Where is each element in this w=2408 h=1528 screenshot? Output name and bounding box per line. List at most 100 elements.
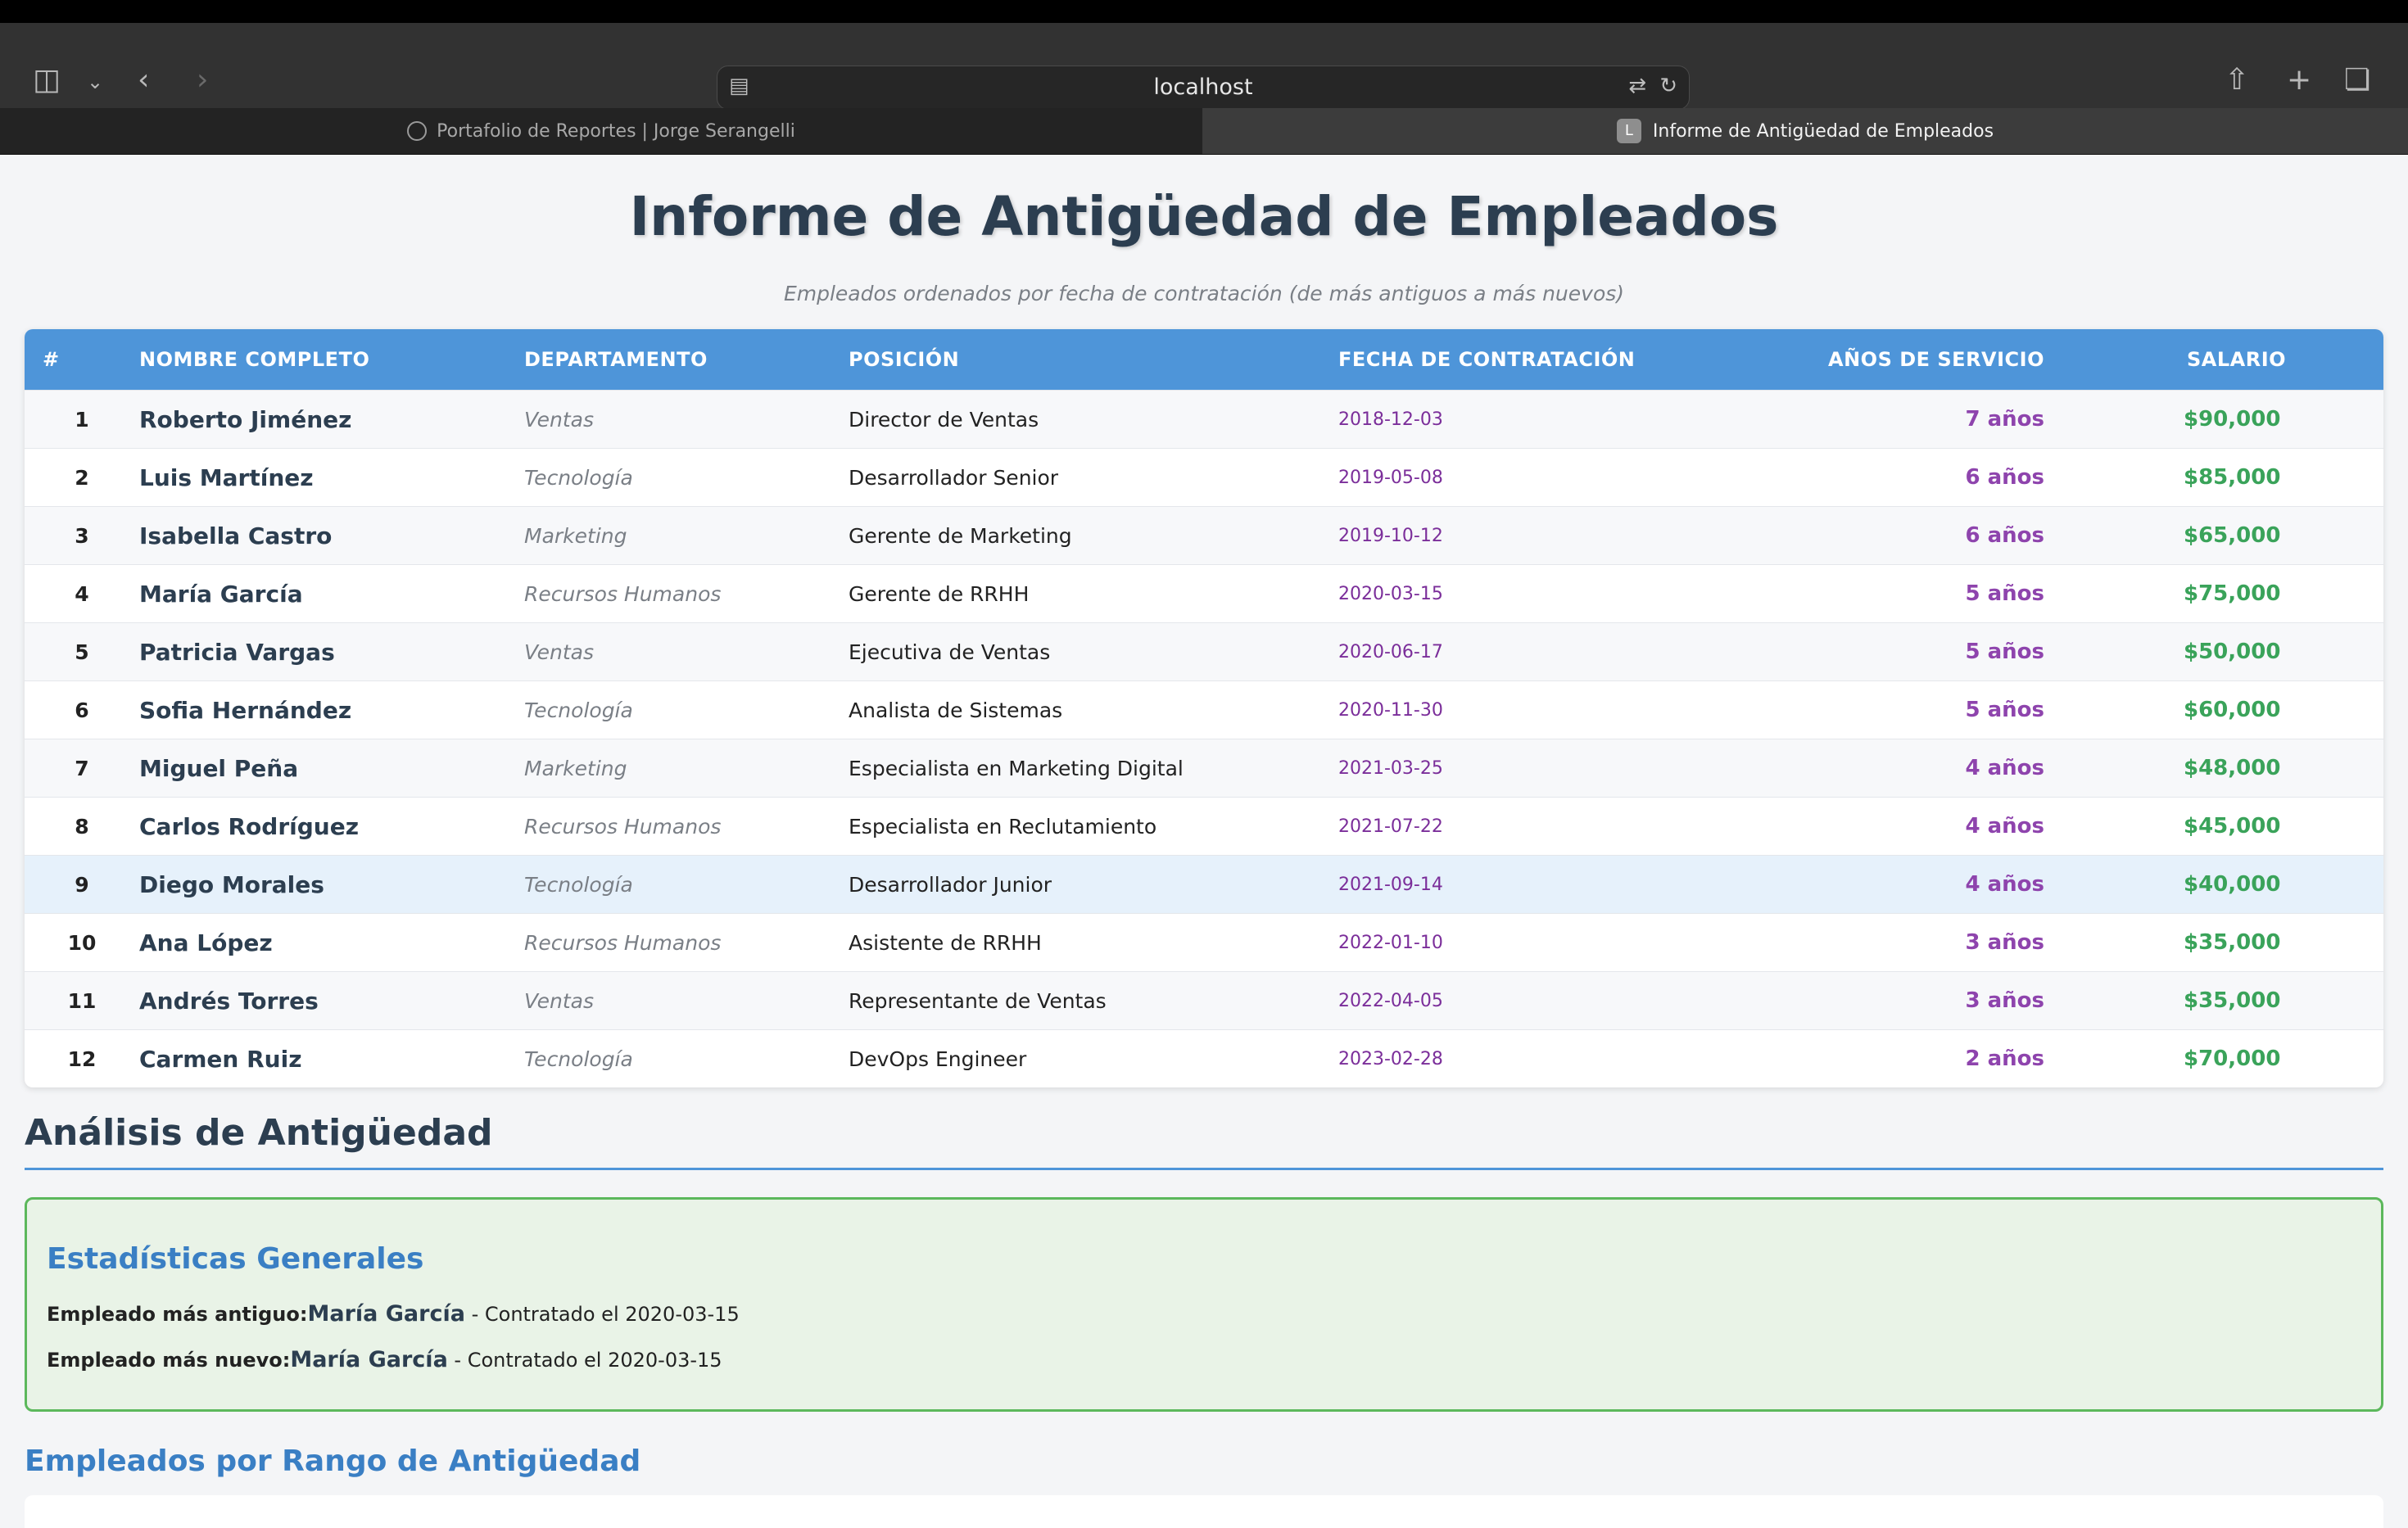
cell-years: 4 años [1965,814,2044,839]
cell-years: 6 años [1965,523,2044,548]
newest-employee-line: Empleado más nuevo:María García - Contra… [47,1347,722,1372]
oldest-suffix: - Contratado el 2020-03-15 [464,1303,740,1326]
share-icon[interactable]: ⇧ [2225,66,2249,95]
cell-hire-date: 2021-07-22 [1338,816,1443,837]
cell-hire-date: 2023-02-28 [1338,1048,1443,1069]
back-icon[interactable]: ‹ [138,66,149,95]
chevron-down-icon[interactable]: ⌄ [87,72,103,92]
oldest-name: María García [307,1301,465,1327]
tab-label: Portafolio de Reportes | Jorge Serangell… [437,120,795,142]
cell-hire-date: 2020-03-15 [1338,583,1443,604]
table-row[interactable]: 1 Roberto Jiménez Ventas Director de Ventas… [25,390,2383,448]
cell-salary: $85,000 [2184,465,2281,490]
table-row[interactable]: 7 Miguel Peña Marketing Especialista en Mar… [25,739,2383,797]
cell-salary: $70,000 [2184,1047,2281,1071]
sidebar-toggle-icon[interactable]: ◫ [33,66,61,95]
tab-overview-icon[interactable]: ❏ [2344,66,2370,95]
cell-position: Representante de Ventas [849,988,1107,1013]
cell-index: 11 [67,988,97,1013]
cell-salary: $40,000 [2184,872,2281,897]
cell-index: 8 [75,814,89,839]
cell-position: Desarrollador Senior [849,465,1059,490]
cell-position: Gerente de RRHH [849,581,1030,606]
reload-icon[interactable]: ↻ [1659,75,1677,97]
cell-name: Diego Morales [139,870,324,898]
cell-name: María García [139,580,303,608]
cell-department: Marketing [524,523,627,548]
table-row[interactable]: 4 María García Recursos Humanos Gerente de … [25,564,2383,622]
cell-salary: $35,000 [2184,988,2281,1013]
ranges-heading: Empleados por Rango de Antigüedad [25,1444,641,1478]
newest-name: María García [290,1347,448,1372]
newest-label: Empleado más nuevo: [47,1349,291,1372]
table-row[interactable]: 6 Sofia Hernández Tecnología Analista de Si… [25,680,2383,739]
address-bar[interactable]: ▤ localhost ⇄ ↻ [717,66,1690,110]
cell-index: 1 [75,407,89,432]
cell-hire-date: 2018-12-03 [1338,409,1443,430]
cell-department: Ventas [524,640,595,664]
cell-salary: $45,000 [2184,814,2281,839]
tab-portfolio[interactable]: Portafolio de Reportes | Jorge Serangell… [0,108,1202,154]
cell-department: Tecnología [524,872,633,897]
cell-index: 6 [75,698,89,722]
heading-divider [25,1168,2383,1170]
table-row[interactable]: 11 Andrés Torres Ventas Representante de Ve… [25,971,2383,1029]
table-row[interactable]: 5 Patricia Vargas Ventas Ejecutiva de Venta… [25,622,2383,680]
cell-name: Roberto Jiménez [139,405,352,433]
cell-name: Luis Martínez [139,463,314,491]
cell-years: 3 años [1965,988,2044,1013]
header-department[interactable]: DEPARTAMENTO [524,348,849,371]
cell-salary: $65,000 [2184,523,2281,548]
table-row[interactable]: 2 Luis Martínez Tecnología Desarrollador Se… [25,448,2383,506]
table-row[interactable]: 12 Carmen Ruiz Tecnología DevOps Engineer 20… [25,1029,2383,1087]
forward-icon[interactable]: › [197,66,208,95]
cell-index: 5 [75,640,89,664]
cell-position: Analista de Sistemas [849,698,1063,722]
header-name[interactable]: NOMBRE COMPLETO [139,348,524,371]
cell-index: 12 [67,1047,97,1071]
cell-index: 9 [75,872,89,897]
cell-position: Especialista en Reclutamiento [849,814,1157,839]
cell-years: 5 años [1965,640,2044,664]
tab-report[interactable]: L Informe de Antigüedad de Empleados [1202,108,2408,154]
page-content: Informe de Antigüedad de Empleados Emple… [0,154,2408,1528]
compass-icon [407,121,428,141]
header-salary[interactable]: SALARIO [2044,348,2383,371]
cell-department: Tecnología [524,698,633,722]
cell-department: Ventas [524,407,595,432]
cell-name: Isabella Castro [139,522,333,549]
cell-name: Patricia Vargas [139,638,335,666]
table-row[interactable]: 9 Diego Morales Tecnología Desarrollador Ju… [25,855,2383,913]
stats-heading: Estadísticas Generales [47,1242,424,1276]
cell-position: Desarrollador Junior [849,872,1052,897]
oldest-label: Empleado más antiguo: [47,1303,308,1326]
table-row[interactable]: 8 Carlos Rodríguez Recursos Humanos Especia… [25,797,2383,855]
cell-department: Marketing [524,756,627,780]
cell-position: DevOps Engineer [849,1047,1027,1071]
cell-hire-date: 2022-04-05 [1338,990,1443,1011]
menu-strip [0,0,2408,23]
employee-table: # NOMBRE COMPLETO DEPARTAMENTO POSICIÓN … [25,329,2383,1087]
cell-years: 3 años [1965,930,2044,955]
new-tab-icon[interactable]: + [2287,66,2311,95]
header-position[interactable]: POSICIÓN [849,348,1338,371]
cell-hire-date: 2019-05-08 [1338,467,1443,488]
cell-years: 5 años [1965,698,2044,722]
cell-years: 7 años [1965,407,2044,432]
browser-toolbar: ◫ ⌄ ‹ › ▤ localhost ⇄ ↻ ⇧ + ❏ [0,23,2408,110]
cell-salary: $75,000 [2184,581,2281,606]
ranges-panel [25,1495,2383,1528]
cell-name: Sofia Hernández [139,696,352,724]
translate-icon[interactable]: ⇄ [1628,75,1646,97]
oldest-employee-line: Empleado más antiguo:María García - Cont… [47,1301,740,1327]
header-hire-date[interactable]: FECHA DE CONTRATACIÓN [1338,348,1797,371]
cell-salary: $60,000 [2184,698,2281,722]
cell-position: Ejecutiva de Ventas [849,640,1051,664]
cell-name: Carmen Ruiz [139,1045,302,1073]
cell-salary: $90,000 [2184,407,2281,432]
header-index[interactable]: # [25,348,139,371]
cell-department: Recursos Humanos [524,930,722,955]
header-years[interactable]: AÑOS DE SERVICIO [1797,348,2044,371]
table-row[interactable]: 10 Ana López Recursos Humanos Asistente de … [25,913,2383,971]
table-row[interactable]: 3 Isabella Castro Marketing Gerente de Mark… [25,506,2383,564]
